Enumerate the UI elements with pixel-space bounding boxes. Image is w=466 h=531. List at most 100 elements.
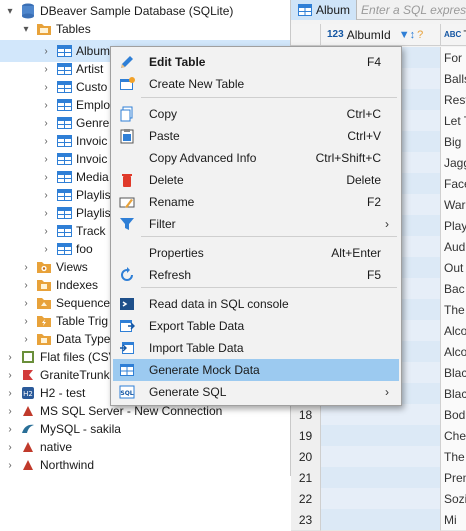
row-number: 23	[291, 509, 321, 531]
cell-title[interactable]: Blac	[441, 383, 466, 405]
menu-item-create-new-table[interactable]: Create New Table	[113, 73, 399, 95]
expand-arrow-icon[interactable]: ›	[40, 82, 52, 93]
column-header-title[interactable]: ABC T	[441, 24, 466, 46]
expand-arrow-icon[interactable]: ›	[40, 100, 52, 111]
expand-arrow-icon[interactable]: ›	[40, 154, 52, 165]
menu-item-read-data-in-sql-console[interactable]: Read data in SQL console	[113, 293, 399, 315]
expand-arrow-icon[interactable]: ›	[40, 118, 52, 129]
cell-title[interactable]: War	[441, 194, 466, 216]
expand-arrow-icon[interactable]: ›	[20, 280, 32, 291]
menu-item-generate-sql[interactable]: SQL Generate SQL ›	[113, 381, 399, 403]
tree-connection[interactable]: › Northwind	[0, 454, 290, 476]
expand-arrow-icon[interactable]: ›	[4, 352, 16, 363]
expand-arrow-icon[interactable]: ›	[40, 64, 52, 75]
expand-arrow-icon[interactable]: ›	[20, 316, 32, 327]
cell-albumid[interactable]	[321, 509, 441, 531]
expand-arrow-icon[interactable]: ›	[40, 190, 52, 201]
tree-item-label: H2 - test	[40, 386, 86, 400]
menu-item-paste[interactable]: Paste Ctrl+V	[113, 125, 399, 147]
table-row[interactable]: 21 Pren	[291, 467, 466, 489]
cell-title[interactable]: Mi	[441, 509, 466, 531]
tree-folder-tables[interactable]: ▾ Tables	[0, 18, 290, 40]
table-icon	[56, 169, 72, 185]
cell-title[interactable]: Big	[441, 131, 466, 153]
expand-arrow-icon[interactable]: ›	[4, 406, 16, 417]
menu-item-copy-advanced-info[interactable]: Copy Advanced Info Ctrl+Shift+C	[113, 147, 399, 169]
tab-album[interactable]: Album	[291, 0, 358, 20]
expand-arrow-icon[interactable]: ›	[20, 298, 32, 309]
cell-title[interactable]: Face	[441, 173, 466, 195]
expand-arrow-icon[interactable]: ›	[4, 460, 16, 471]
cell-title[interactable]: Bac	[441, 278, 466, 300]
table-row[interactable]: 18 Bod	[291, 404, 466, 426]
tree-item-label: Table Trig	[56, 314, 109, 328]
cell-albumid[interactable]	[321, 425, 441, 447]
menu-item-import-table-data[interactable]: Import Table Data	[113, 337, 399, 359]
tree-item-label: Indexes	[56, 278, 99, 292]
menu-item-label: Edit Table	[149, 55, 206, 69]
expand-arrow-icon[interactable]: ›	[40, 244, 52, 255]
menu-separator	[141, 97, 397, 98]
cell-title[interactable]: Alco	[441, 320, 466, 342]
menu-item-copy[interactable]: Copy Ctrl+C	[113, 103, 399, 125]
menu-item-refresh[interactable]: Refresh F5	[113, 264, 399, 286]
table-row[interactable]: 19 Che	[291, 425, 466, 447]
menu-item-filter[interactable]: Filter ›	[113, 213, 399, 235]
cell-title[interactable]: The	[441, 446, 466, 468]
expand-arrow-icon[interactable]: ›	[20, 334, 32, 345]
cell-title[interactable]: Che	[441, 425, 466, 447]
cell-title[interactable]: Bod	[441, 404, 466, 426]
sql-filter-input[interactable]: Enter a SQL expres...	[361, 3, 466, 17]
expand-arrow-icon[interactable]: ›	[4, 370, 16, 381]
cell-title[interactable]: Let T	[441, 110, 466, 132]
menu-item-generate-mock-data[interactable]: Generate Mock Data	[113, 359, 399, 381]
menu-item-shortcut: Ctrl+V	[347, 129, 381, 143]
expand-arrow-icon[interactable]: ›	[4, 442, 16, 453]
cell-title[interactable]: The	[441, 299, 466, 321]
menu-item-rename[interactable]: Rename F2	[113, 191, 399, 213]
cell-title[interactable]: For	[441, 47, 466, 69]
expand-arrow-icon[interactable]: ›	[40, 46, 52, 57]
cell-title[interactable]: Pren	[441, 467, 466, 489]
cell-title[interactable]: Blac	[441, 362, 466, 384]
cell-albumid[interactable]	[321, 488, 441, 510]
menu-item-edit-table[interactable]: Edit Table F4	[113, 51, 399, 73]
cell-title[interactable]: Sozi	[441, 488, 466, 510]
expand-arrow-icon[interactable]: ›	[40, 208, 52, 219]
column-header-albumid[interactable]: 123 AlbumId ▼↕ ?	[321, 23, 441, 46]
cell-albumid[interactable]	[321, 404, 441, 426]
table-row[interactable]: 20 The	[291, 446, 466, 468]
expand-arrow-icon[interactable]: ›	[4, 424, 16, 435]
expand-arrow-icon[interactable]: ›	[40, 136, 52, 147]
cell-title[interactable]: Jagg	[441, 152, 466, 174]
sort-filter-icon[interactable]: ▼↕	[399, 29, 415, 41]
row-number: 22	[291, 488, 321, 510]
cell-title[interactable]: Rest	[441, 89, 466, 111]
table-row[interactable]: 23 Mi	[291, 509, 466, 531]
table-row[interactable]: 22 Sozi	[291, 488, 466, 510]
cell-albumid[interactable]	[321, 467, 441, 489]
datatypes-icon	[36, 331, 52, 347]
expand-arrow-icon[interactable]: ›	[20, 262, 32, 273]
cell-title[interactable]: Balls	[441, 68, 466, 90]
menu-item-delete[interactable]: Delete Delete	[113, 169, 399, 191]
expand-arrow-icon[interactable]: ▾	[20, 24, 32, 35]
menu-item-label: Read data in SQL console	[149, 297, 289, 311]
cell-title[interactable]: Aud	[441, 236, 466, 258]
cell-title[interactable]: Out	[441, 257, 466, 279]
menu-item-shortcut: Ctrl+Shift+C	[315, 151, 381, 165]
expand-arrow-icon[interactable]: ›	[40, 226, 52, 237]
help-icon[interactable]: ?	[417, 29, 423, 41]
folder-icon	[36, 21, 52, 37]
table-icon	[56, 205, 72, 221]
expand-arrow-icon[interactable]: ›	[4, 388, 16, 399]
menu-item-properties[interactable]: Properties Alt+Enter	[113, 242, 399, 264]
cell-albumid[interactable]	[321, 446, 441, 468]
cell-title[interactable]: Alco	[441, 341, 466, 363]
expand-arrow-icon[interactable]: ▾	[4, 6, 16, 17]
tree-item-label: Tables	[56, 22, 91, 36]
menu-item-label: Rename	[149, 195, 195, 209]
expand-arrow-icon[interactable]: ›	[40, 172, 52, 183]
cell-title[interactable]: Play	[441, 215, 466, 237]
menu-item-export-table-data[interactable]: Export Table Data	[113, 315, 399, 337]
